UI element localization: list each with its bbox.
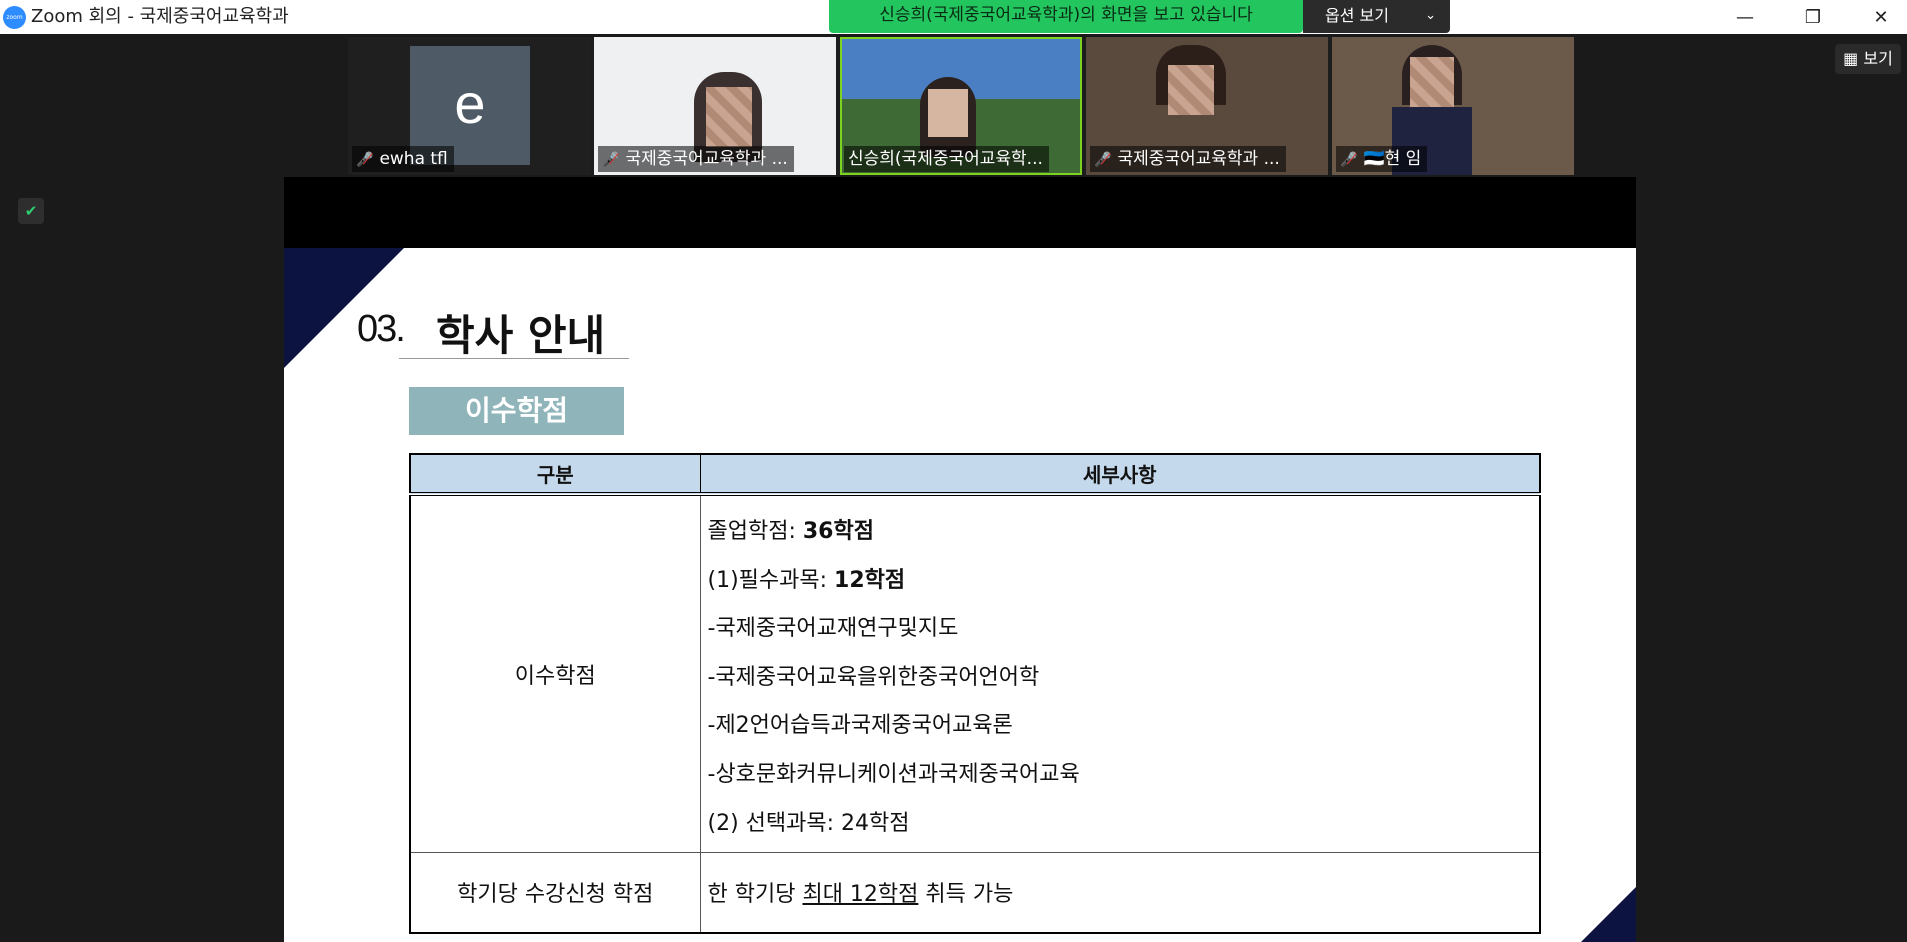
detail-line: 졸업학점: 36학점 [707,519,874,544]
participant-tile-active[interactable]: 신승희(국제중국어교육학... [840,37,1082,175]
muted-mic-icon: 🎤̸ [602,152,620,168]
shared-slide: 03. 학사 안내 이수학점 구분 세부사항 이수학점 졸업학점: 36학점 (… [284,248,1636,942]
title-underline [399,358,629,359]
shield-check-icon[interactable]: ✔ [18,198,44,224]
participant-gallery: e 🎤̸ ewha tfl 🎤̸ 국제중국어교육학과 ... 신승희(국제중국어교육… [348,37,1574,175]
table-cell-details: 한 학기당 최대 12학점 취득 가능 [699,852,1540,934]
section-title: 학사 안내 [436,311,606,360]
video-blur [706,87,752,147]
detail-line: (2) 선택과목: 24학점 [707,810,910,836]
window-title: Zoom 회의 - 국제중국어교육학과 [31,6,289,27]
slide-corner-decoration [1581,887,1636,942]
detail-line: -제2언어습득과국제중국어교육론 [707,713,1013,739]
detail-line: -국제중국어교육을위한중국어언어학 [707,664,1040,690]
table-cell-category: 학기당 수강신청 학점 [410,852,700,934]
shared-screen-top-bar [284,177,1636,248]
view-options-label: 옵션 보기 [1325,6,1389,25]
table-header: 세부사항 [699,454,1540,496]
participant-name-label: 🎤̸ 🇪🇪현 임 [1336,146,1428,172]
table-row: 이수학점 졸업학점: 36학점 (1)필수과목: 12학점 -국제중국어교재연구… [410,494,1540,854]
video-blur [928,89,968,137]
muted-mic-icon: 🎤̸ [1340,152,1358,168]
participant-tile[interactable]: 🎤̸ 국제중국어교육학과 ... [594,37,836,175]
view-options-button[interactable]: 옵션 보기 ⌄ [1303,0,1450,33]
grid-icon: ▦ [1843,49,1859,68]
credit-info-table: 구분 세부사항 이수학점 졸업학점: 36학점 (1)필수과목: 12학점 -국… [409,453,1541,934]
table-cell-details: 졸업학점: 36학점 (1)필수과목: 12학점 -국제중국어교재연구및지도 -… [699,494,1540,854]
close-button[interactable]: ✕ [1847,0,1907,34]
video-blur [1410,57,1454,109]
minimize-button[interactable]: — [1711,0,1779,34]
muted-mic-icon: 🎤̸ [356,152,374,168]
chevron-down-icon: ⌄ [1425,8,1436,23]
participant-name-label: 신승희(국제중국어교육학... [844,146,1049,172]
muted-mic-icon: 🎤̸ [1094,152,1112,168]
video-blur [1168,65,1214,115]
table-row: 학기당 수강신청 학점 한 학기당 최대 12학점 취득 가능 [410,852,1540,934]
maximize-button[interactable]: ❐ [1779,0,1847,34]
detail-line: (1)필수과목: 12학점 [707,567,906,593]
section-tag: 이수학점 [409,387,624,435]
participant-name-label: 🎤̸ ewha tfl [352,146,454,172]
screen-share-banner: 신승희(국제중국어교육학과)의 화면을 보고 있습니다 [829,0,1303,33]
section-number: 03. [357,308,406,350]
table-cell-category: 이수학점 [410,494,700,854]
zoom-logo-icon: zoom [3,6,26,29]
participant-tile[interactable]: e 🎤̸ ewha tfl [348,37,590,175]
participant-name-label: 🎤̸ 국제중국어교육학과 ... [598,146,794,172]
participant-name-label: 🎤̸ 국제중국어교육학과 ... [1090,146,1286,172]
view-button[interactable]: ▦ 보기 [1835,44,1901,74]
detail-line: -상호문화커뮤니케이션과국제중국어교육 [707,761,1080,787]
detail-line: -국제중국어교재연구및지도 [707,616,959,642]
participant-tile[interactable]: 🎤̸ 🇪🇪현 임 [1332,37,1574,175]
participant-tile[interactable]: 🎤̸ 국제중국어교육학과 ... [1086,37,1328,175]
table-header: 구분 [410,454,700,496]
